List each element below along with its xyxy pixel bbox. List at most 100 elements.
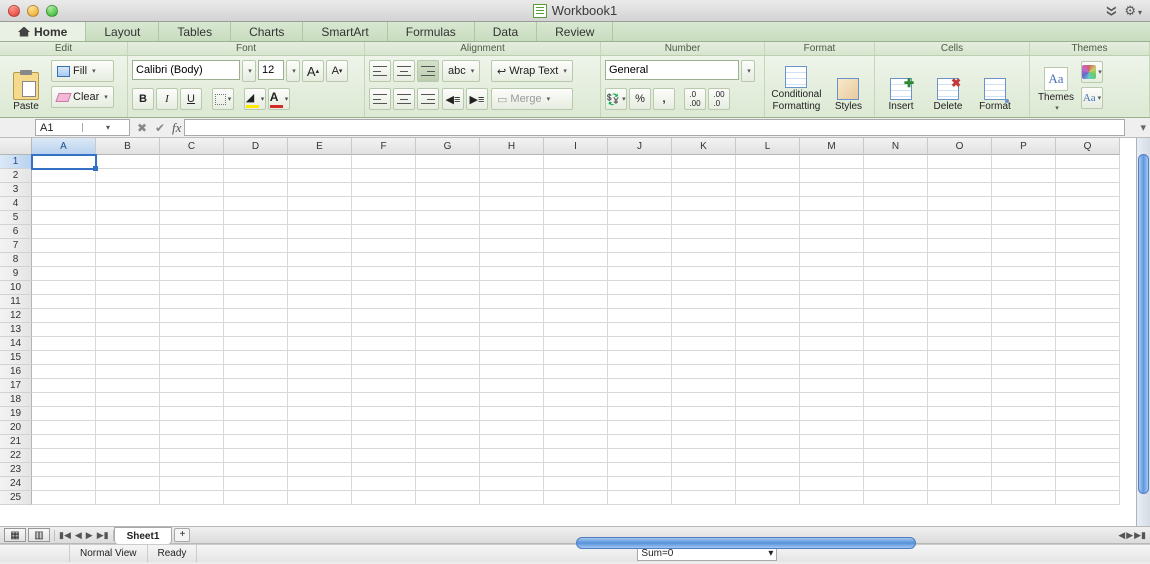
cell[interactable] — [288, 281, 352, 295]
cell[interactable] — [416, 197, 480, 211]
cell[interactable] — [32, 351, 96, 365]
cell[interactable] — [672, 155, 736, 169]
cell[interactable] — [480, 421, 544, 435]
cell[interactable] — [480, 295, 544, 309]
cell[interactable] — [608, 253, 672, 267]
cell[interactable] — [32, 295, 96, 309]
cell[interactable] — [800, 225, 864, 239]
row-header[interactable]: 12 — [0, 309, 32, 323]
cell[interactable] — [1056, 253, 1120, 267]
align-middle-button[interactable] — [393, 60, 415, 82]
cell[interactable] — [416, 183, 480, 197]
cell[interactable] — [32, 253, 96, 267]
sheet-tab[interactable]: Sheet1 — [114, 527, 173, 544]
cell[interactable] — [928, 421, 992, 435]
cell[interactable] — [672, 267, 736, 281]
cell[interactable] — [224, 225, 288, 239]
cell[interactable] — [32, 225, 96, 239]
cell[interactable] — [736, 309, 800, 323]
cell[interactable] — [96, 183, 160, 197]
cell[interactable] — [32, 267, 96, 281]
cell[interactable] — [544, 337, 608, 351]
cell[interactable] — [160, 463, 224, 477]
cell[interactable] — [928, 309, 992, 323]
cell[interactable] — [1056, 477, 1120, 491]
cell[interactable] — [288, 323, 352, 337]
cell[interactable] — [1056, 449, 1120, 463]
cell[interactable] — [544, 309, 608, 323]
cell[interactable] — [864, 295, 928, 309]
column-header[interactable]: D — [224, 138, 288, 155]
row-header[interactable]: 7 — [0, 239, 32, 253]
cell[interactable] — [864, 365, 928, 379]
italic-button[interactable]: I — [156, 88, 178, 110]
cell[interactable] — [864, 309, 928, 323]
cell[interactable] — [672, 449, 736, 463]
column-header[interactable]: F — [352, 138, 416, 155]
cell[interactable] — [96, 155, 160, 169]
cell[interactable] — [288, 295, 352, 309]
cell[interactable] — [928, 225, 992, 239]
cell[interactable] — [160, 449, 224, 463]
cell[interactable] — [864, 491, 928, 505]
fill-color-button[interactable]: ◢ — [244, 88, 266, 110]
cell[interactable] — [800, 253, 864, 267]
tab-review[interactable]: Review — [537, 22, 613, 41]
cell[interactable] — [160, 225, 224, 239]
cell[interactable] — [672, 183, 736, 197]
cell[interactable] — [480, 463, 544, 477]
column-header[interactable]: H — [480, 138, 544, 155]
cell[interactable] — [352, 477, 416, 491]
cell[interactable] — [928, 477, 992, 491]
cell[interactable] — [608, 295, 672, 309]
cell[interactable] — [544, 421, 608, 435]
column-header[interactable]: G — [416, 138, 480, 155]
cell[interactable] — [736, 239, 800, 253]
cell[interactable] — [32, 477, 96, 491]
cell[interactable] — [864, 183, 928, 197]
cell[interactable] — [608, 197, 672, 211]
cell[interactable] — [416, 253, 480, 267]
cell[interactable] — [352, 351, 416, 365]
row-header[interactable]: 3 — [0, 183, 32, 197]
column-header[interactable]: M — [800, 138, 864, 155]
align-right-button[interactable] — [417, 88, 439, 110]
cell[interactable] — [32, 491, 96, 505]
cell[interactable] — [800, 477, 864, 491]
cell[interactable] — [672, 211, 736, 225]
cell[interactable] — [608, 351, 672, 365]
cell[interactable] — [480, 435, 544, 449]
cell[interactable] — [992, 225, 1056, 239]
cell[interactable] — [864, 323, 928, 337]
cell[interactable] — [608, 365, 672, 379]
cell[interactable] — [224, 295, 288, 309]
cell[interactable] — [224, 169, 288, 183]
cell[interactable] — [928, 449, 992, 463]
cell[interactable] — [672, 407, 736, 421]
cell[interactable] — [352, 253, 416, 267]
cell[interactable] — [800, 337, 864, 351]
cell[interactable] — [800, 295, 864, 309]
cell[interactable] — [96, 239, 160, 253]
cell[interactable] — [800, 393, 864, 407]
cell[interactable] — [160, 197, 224, 211]
theme-colors-button[interactable] — [1081, 61, 1103, 83]
cell[interactable] — [224, 463, 288, 477]
cell[interactable] — [224, 197, 288, 211]
cell[interactable] — [544, 477, 608, 491]
cell[interactable] — [160, 365, 224, 379]
cell[interactable] — [800, 323, 864, 337]
comma-button[interactable]: , — [653, 88, 675, 110]
cell[interactable] — [992, 155, 1056, 169]
cell[interactable] — [544, 267, 608, 281]
cell[interactable] — [1056, 365, 1120, 379]
cell[interactable] — [928, 197, 992, 211]
cell[interactable] — [352, 421, 416, 435]
cell[interactable] — [96, 379, 160, 393]
cell[interactable] — [800, 183, 864, 197]
conditional-formatting-button[interactable]: Conditional Formatting — [769, 58, 824, 114]
cell[interactable] — [1056, 337, 1120, 351]
cell[interactable] — [992, 323, 1056, 337]
cell[interactable] — [224, 281, 288, 295]
cell[interactable] — [608, 169, 672, 183]
